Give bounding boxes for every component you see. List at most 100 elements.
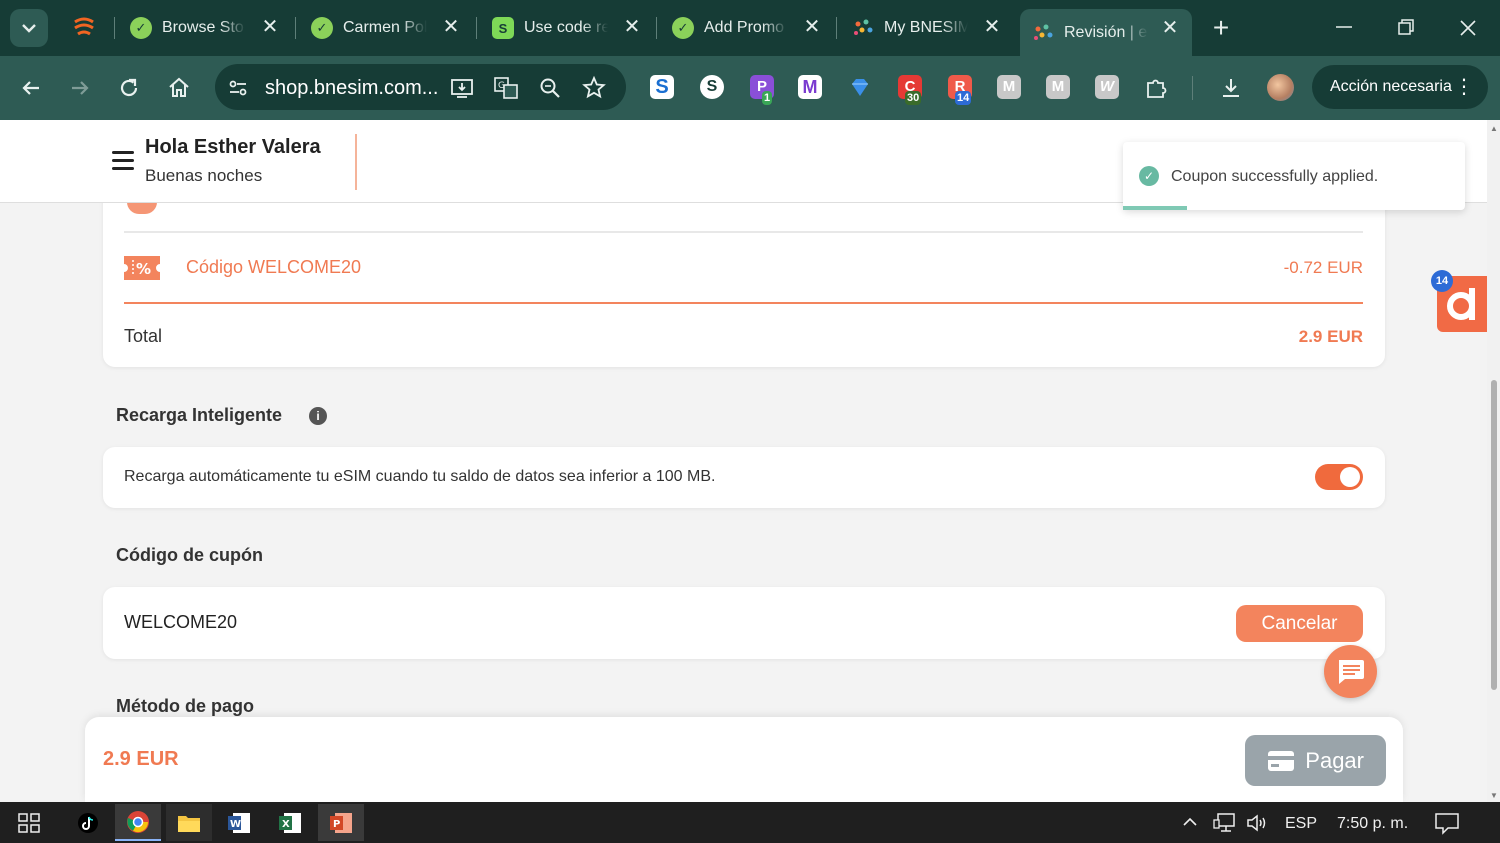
tab-add-promo[interactable]: ✓ Add Promo ✕ [672,9,822,47]
taskbar-chrome[interactable] [115,804,161,841]
extension-m-gray-icon[interactable]: M [1046,75,1070,99]
extension-badge: 1 [762,91,773,105]
pinned-tab[interactable] [70,14,98,42]
close-tab-icon[interactable]: ✕ [622,17,642,37]
input-language[interactable]: ESP [1285,815,1317,833]
tab-title: Carmen Pol [343,19,427,36]
smart-recharge-card: Recarga automáticamente tu eSIM cuando t… [103,447,1385,508]
downloads-icon[interactable] [1218,75,1244,101]
tab-title: Browse Sto [162,19,244,36]
notifications-icon[interactable] [1434,811,1460,835]
windows-taskbar: W X P ESP 7:50 p. m. [0,802,1500,843]
tab-separator [656,17,657,39]
toast-progress-bar [1123,206,1187,210]
pay-button[interactable]: Pagar [1245,735,1386,786]
chat-button[interactable] [1324,645,1377,698]
divider [124,231,1363,233]
taskbar-tiktok[interactable] [65,804,111,841]
extension-s-circle-icon[interactable]: S [700,75,724,99]
taskbar-excel[interactable]: X [267,804,313,841]
new-tab-button[interactable]: + [1208,14,1234,42]
close-tab-icon[interactable]: ✕ [441,17,461,37]
info-icon[interactable]: i [309,407,327,425]
url-text[interactable]: shop.bnesim.com... [265,77,438,100]
powerpoint-icon: P [330,812,352,833]
close-tab-icon[interactable]: ✕ [1160,18,1180,38]
tab-title: Use code re [524,19,608,36]
translate-icon[interactable]: G [493,75,519,101]
scroll-thumb[interactable] [1491,380,1497,690]
checkout-bottom-bar: 2.9 EUR Pagar [85,717,1403,802]
tab-title: Add Promo [704,19,785,36]
bnesim-dots-icon [852,17,874,39]
extension-m-gray-icon[interactable]: M [997,75,1021,99]
system-clock[interactable]: 7:50 p. m. [1337,815,1408,833]
scroll-down-arrow-icon[interactable]: ▼ [1490,791,1498,800]
task-view-button[interactable] [6,804,52,841]
tab-use-code[interactable]: S Use code re ✕ [492,9,642,47]
svg-text:P: P [333,819,340,830]
tab-revision-active[interactable]: Revisión | e ✕ [1020,9,1192,56]
folder-icon [178,815,200,832]
taskbar-file-explorer[interactable] [166,804,212,841]
close-tab-icon[interactable]: ✕ [982,17,1002,37]
back-button[interactable] [17,74,45,102]
hamburger-menu-icon[interactable] [112,151,134,171]
header-divider [355,134,357,190]
volume-icon[interactable] [1245,812,1271,834]
svg-text:G: G [498,81,505,91]
scroll-up-arrow-icon[interactable]: ▲ [1490,124,1498,133]
side-widget-badge: 14 [1431,270,1453,292]
extension-diamond-icon[interactable] [848,75,872,99]
arrow-right-icon [72,81,89,95]
show-hidden-icons-chevron-icon[interactable] [1180,812,1200,832]
bnesim-dots-icon [1032,22,1054,44]
network-icon[interactable] [1212,812,1238,834]
close-tab-icon[interactable]: ✕ [802,17,822,37]
tab-search-button[interactable] [10,9,48,47]
cancel-coupon-button[interactable]: Cancelar [1236,605,1363,642]
smart-recharge-toggle[interactable] [1315,464,1363,490]
tab-carmen[interactable]: ✓ Carmen Pol ✕ [311,9,461,47]
toggle-knob [1340,467,1360,487]
profile-avatar[interactable] [1267,74,1294,101]
pay-label: Pagar [1305,748,1364,773]
restore-button[interactable] [1392,14,1420,42]
word-icon: W [228,812,250,833]
extension-m-icon[interactable]: M [798,75,822,99]
task-view-icon [18,812,40,833]
home-button[interactable] [165,74,193,102]
close-window-button[interactable] [1454,14,1482,42]
minimize-button[interactable] [1330,14,1358,42]
install-app-icon[interactable] [449,75,475,101]
extension-s-icon[interactable]: S [650,75,674,99]
toast-message: Coupon successfully applied. [1171,168,1379,185]
tab-my-bnesim[interactable]: My BNESIM ✕ [852,9,1002,47]
kebab-menu-icon: ⋮ [1454,76,1474,98]
reload-icon [120,78,138,97]
excel-icon: X [279,812,301,833]
checkout-amount: 2.9 EUR [103,748,179,770]
coupon-code-value: WELCOME20 [124,612,238,632]
chevron-down-icon [22,24,36,33]
action-required-button[interactable]: Acción necesaria ⋮ [1312,65,1488,109]
svg-text:%: % [136,260,151,278]
smart-recharge-description: Recarga automáticamente tu eSIM cuando t… [124,468,716,485]
bookmark-star-icon[interactable] [581,75,607,101]
extensions-puzzle-icon[interactable] [1144,75,1170,101]
action-required-label: Acción necesaria [1330,78,1452,95]
close-tab-icon[interactable]: ✕ [260,17,280,37]
greeting-subtitle: Buenas noches [145,166,263,185]
taskbar-word[interactable]: W [216,804,262,841]
s-logo-icon: S [492,17,514,39]
payment-method-title: Método de pago [116,696,254,716]
zoom-icon[interactable] [537,75,563,101]
tab-title: My BNESIM [884,19,968,36]
site-info-icon[interactable] [226,76,250,100]
taskbar-powerpoint[interactable]: P [318,804,364,841]
tab-title: Revisión | e [1064,23,1148,41]
reload-button[interactable] [115,74,143,102]
tab-browse-store[interactable]: ✓ Browse Sto ✕ [130,9,280,47]
forward-button[interactable] [66,74,94,102]
extension-w-gray-icon[interactable]: W [1095,75,1119,99]
